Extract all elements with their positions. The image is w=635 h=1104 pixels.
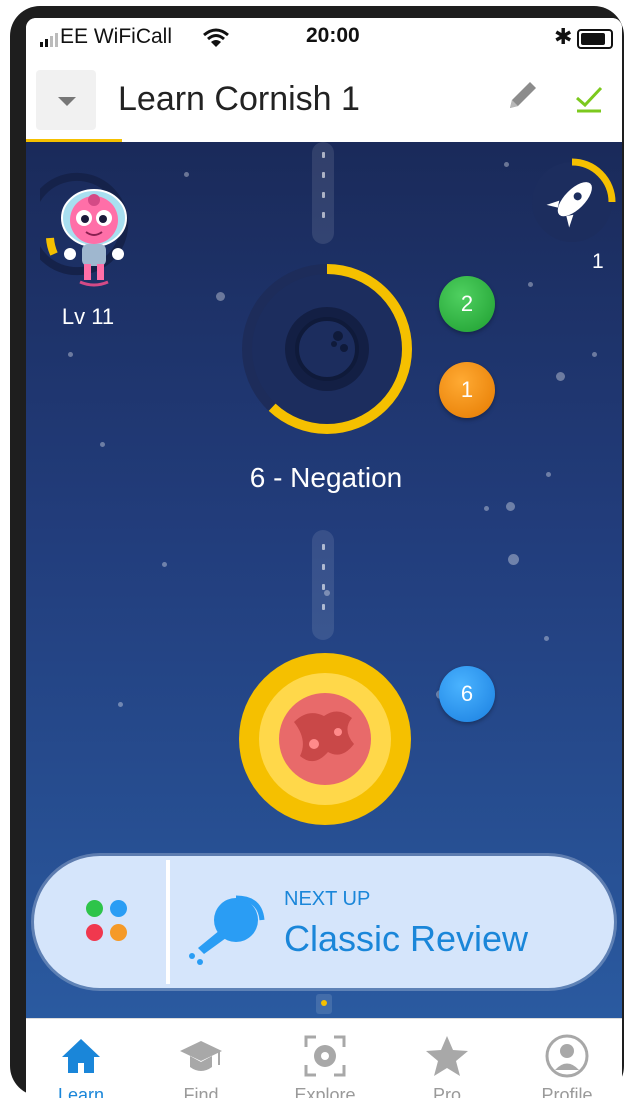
mode-dot-red <box>86 924 103 941</box>
edit-pencil-icon[interactable] <box>502 76 542 116</box>
rocket-icon[interactable] <box>526 158 616 248</box>
signal-icon <box>40 33 58 47</box>
badge-blue: 6 <box>439 666 495 722</box>
camera-scan-icon <box>304 1035 346 1077</box>
course-dropdown-button[interactable] <box>36 70 96 130</box>
course-header: Learn Cornish 1 <box>26 58 622 143</box>
next-up-label: NEXT UP <box>284 888 371 910</box>
lesson-name[interactable]: 6 - Negation <box>166 462 486 494</box>
course-title: Learn Cornish 1 <box>118 80 360 118</box>
alien-avatar[interactable] <box>40 170 148 290</box>
app-screen: EE WiFiCall 20:00 ✱ Learn Cornish 1 Lv 1… <box>26 18 622 1098</box>
badge-green: 2 <box>439 276 495 332</box>
learning-path: Lv 11 1 2 1 6 - Negation 6 NEXT UP Class… <box>26 142 622 1018</box>
carrier-name: EE WiFiCall <box>60 25 173 48</box>
checkmark-icon[interactable] <box>574 84 604 114</box>
mode-dot-green <box>86 900 103 917</box>
path-connector-middle <box>312 530 334 640</box>
rocket-count: 1 <box>592 250 604 273</box>
mode-dot-blue <box>110 900 127 917</box>
status-time: 20:00 <box>306 24 360 47</box>
home-icon <box>62 1039 100 1073</box>
tab-label-learn: Learn <box>57 1085 105 1098</box>
next-up-title: Classic Review <box>284 918 529 959</box>
tab-label-find: Find <box>183 1085 219 1098</box>
tab-pro[interactable]: Pro <box>392 1019 502 1098</box>
tab-label-profile: Profile <box>541 1085 593 1098</box>
profile-icon <box>545 1034 589 1078</box>
watering-can-icon <box>189 895 265 965</box>
graduation-cap-icon <box>180 1041 222 1071</box>
card-divider <box>166 860 170 984</box>
tab-learn[interactable]: Learn <box>26 1019 136 1098</box>
tab-label-pro: Pro <box>432 1085 461 1098</box>
path-connector-top <box>312 142 334 244</box>
next-lesson-planet[interactable] <box>238 652 412 826</box>
chevron-down-icon <box>58 97 76 106</box>
star-icon <box>426 1036 468 1076</box>
bluetooth-icon: ✱ <box>554 24 573 49</box>
mode-dot-orange <box>110 924 127 941</box>
tab-find[interactable]: Find <box>146 1019 256 1098</box>
tab-explore[interactable]: Explore <box>270 1019 380 1098</box>
badge-orange: 1 <box>439 362 495 418</box>
wifi-icon <box>203 28 229 47</box>
tab-bar: Learn Find Explore Pro Profile <box>26 1018 622 1098</box>
page-indicator <box>316 994 332 1014</box>
status-bar: EE WiFiCall 20:00 ✱ <box>26 18 622 58</box>
avatar-level: Lv 11 <box>61 304 115 329</box>
tab-label-explore: Explore <box>294 1085 356 1098</box>
tab-profile[interactable]: Profile <box>512 1019 622 1098</box>
phone-frame: EE WiFiCall 20:00 ✱ Learn Cornish 1 Lv 1… <box>10 6 624 1098</box>
mode-selector-button[interactable] <box>34 856 166 988</box>
next-up-card[interactable]: NEXT UP Classic Review <box>34 856 614 988</box>
battery-icon <box>577 29 613 49</box>
lesson-node-current[interactable] <box>238 260 416 438</box>
